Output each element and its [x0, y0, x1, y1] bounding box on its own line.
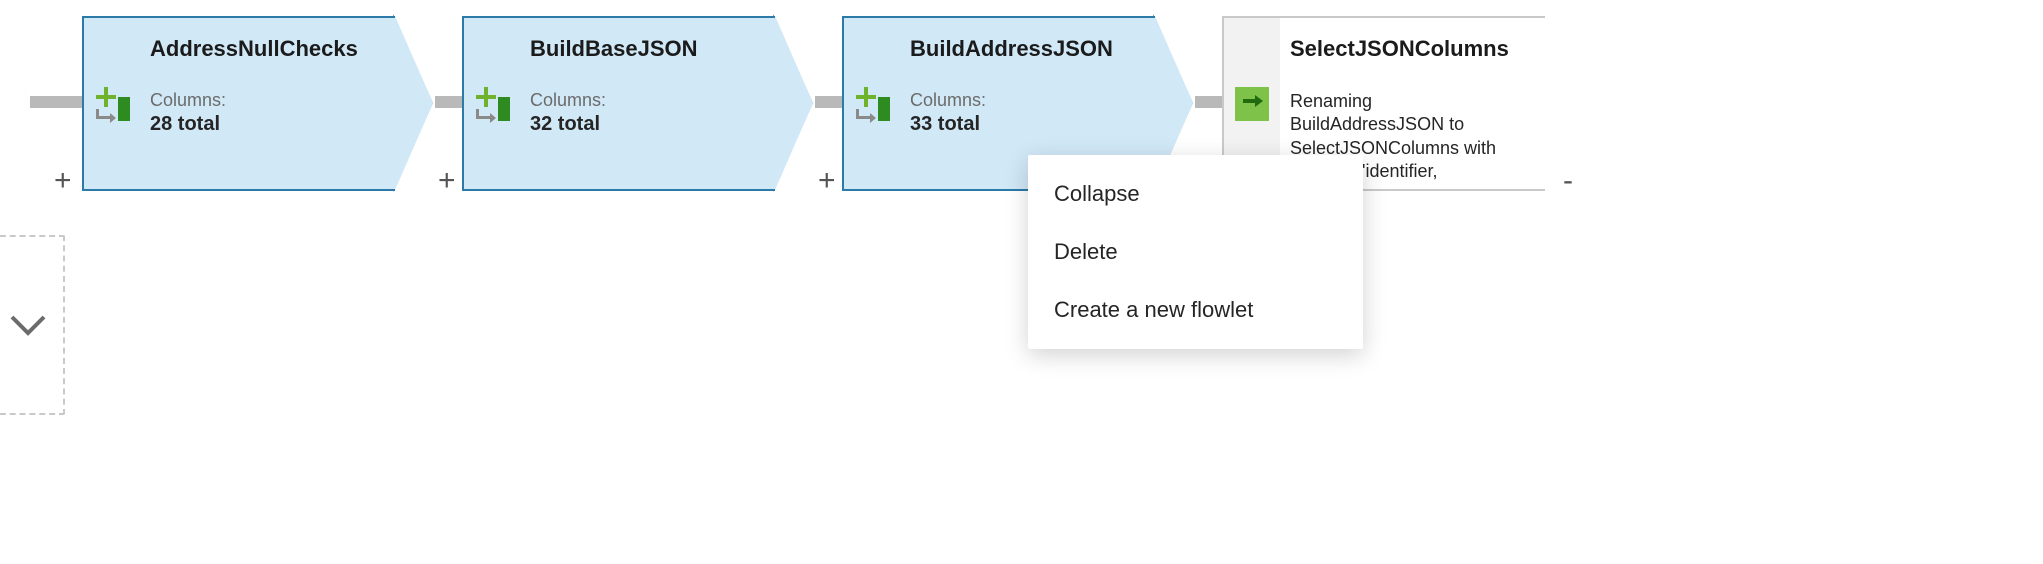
collapsed-branch-placeholder[interactable] [0, 235, 65, 415]
columns-value: 32 total [530, 113, 755, 136]
flow-node-partial[interactable] [0, 16, 30, 191]
node-title: SelectJSONColumns [1290, 36, 1525, 62]
chevron-down-icon [8, 313, 48, 337]
derived-column-icon [94, 87, 130, 121]
node-title: AddressNullChecks [150, 36, 375, 62]
columns-value: 33 total [910, 113, 1135, 136]
menu-item-create-flowlet[interactable]: Create a new flowlet [1028, 281, 1363, 339]
columns-label: Columns: [150, 90, 375, 111]
add-step-button[interactable]: - [1557, 160, 1579, 202]
columns-label: Columns: [530, 90, 755, 111]
node-title: BuildBaseJSON [530, 36, 755, 62]
node-title: BuildAddressJSON [910, 36, 1135, 62]
select-icon [1235, 87, 1269, 121]
context-menu: Collapse Delete Create a new flowlet [1028, 155, 1363, 349]
add-step-button[interactable]: + [48, 160, 78, 202]
derived-column-icon [854, 87, 890, 121]
flow-node-addressnullchecks[interactable]: AddressNullChecks Columns: 28 total [82, 16, 433, 191]
add-step-button[interactable]: + [432, 160, 462, 202]
dataflow-canvas[interactable]: + AddressNullChecks Columns: 28 total + [0, 0, 2043, 564]
menu-item-collapse[interactable]: Collapse [1028, 165, 1363, 223]
menu-item-delete[interactable]: Delete [1028, 223, 1363, 281]
add-step-button[interactable]: + [812, 160, 842, 202]
columns-label: Columns: [910, 90, 1135, 111]
flow-node-buildbasejson[interactable]: BuildBaseJSON Columns: 32 total [462, 16, 813, 191]
columns-value: 28 total [150, 113, 375, 136]
derived-column-icon [474, 87, 510, 121]
